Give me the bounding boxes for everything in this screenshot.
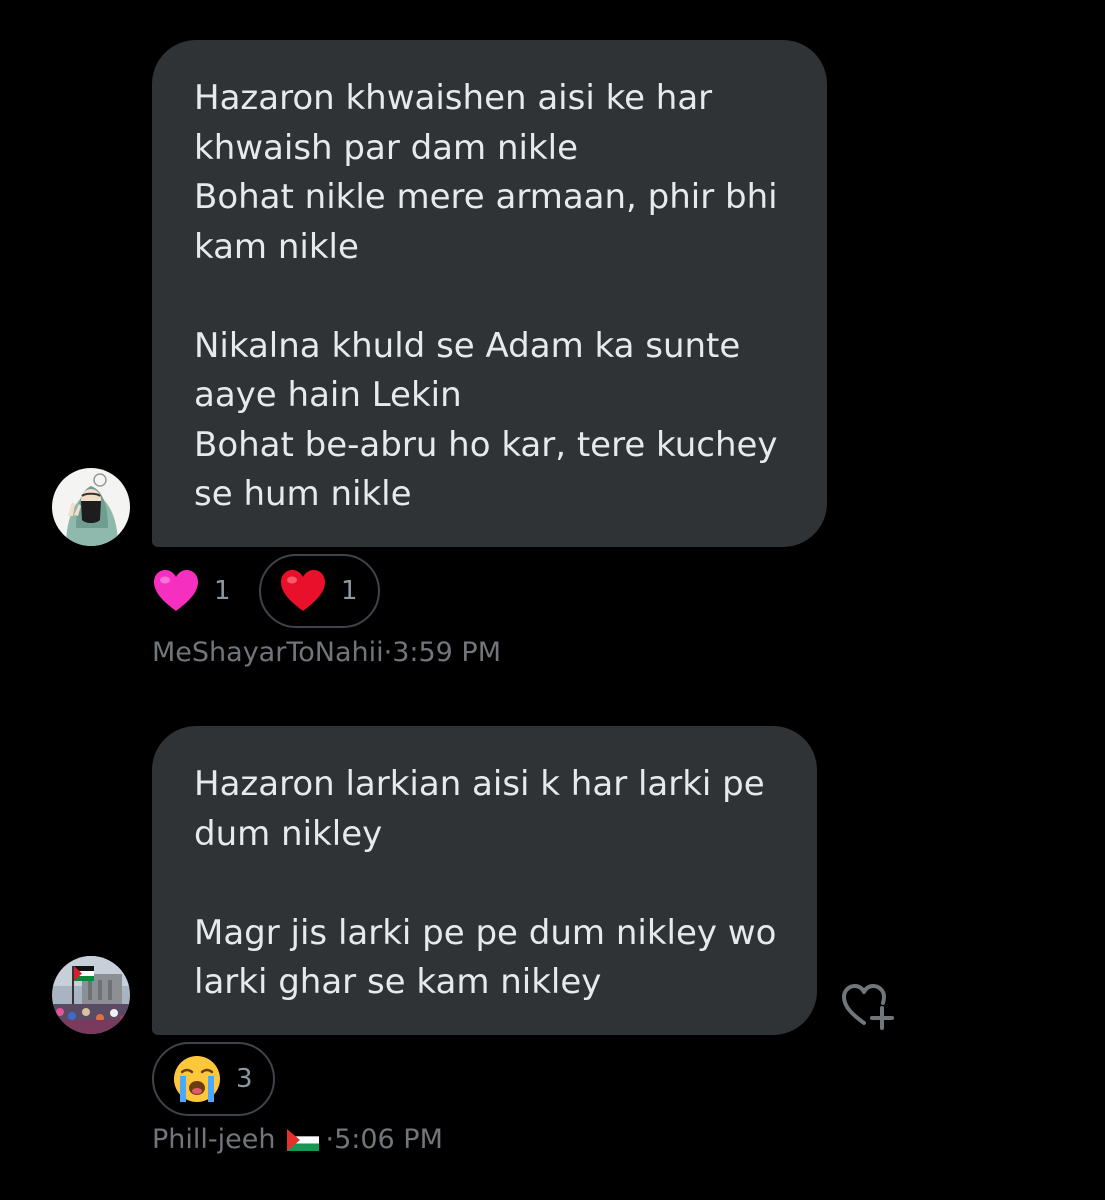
reaction-crying-face[interactable]: 3: [152, 1042, 275, 1116]
message-line: Hazaron larkian aisi k har larki pe: [194, 764, 765, 804]
red-heart-icon: [279, 569, 327, 613]
reaction-red-heart[interactable]: 1: [259, 554, 380, 628]
avatar-image: [52, 956, 130, 1034]
avatar[interactable]: [52, 468, 130, 546]
message-line: Bohat nikle mere armaan, phir bhi: [194, 177, 778, 217]
message-line: Hazaron khwaishen aisi ke har: [194, 78, 713, 118]
message-bubble[interactable]: Hazaron larkian aisi k har larki pe dum …: [152, 726, 817, 1035]
message-line: Bohat be-abru ho kar, tere kuchey: [194, 424, 778, 465]
message-line: khwaish par dam nikle: [194, 127, 578, 168]
reaction-count: 3: [236, 1064, 253, 1094]
author-name[interactable]: Phill-jeeh: [152, 1124, 275, 1155]
avatar[interactable]: [52, 956, 130, 1034]
message-line: aaye hain Lekin: [194, 375, 462, 415]
reaction-count: 1: [214, 576, 231, 606]
reaction-pink-heart[interactable]: 1: [152, 554, 231, 628]
timestamp: 5:06 PM: [334, 1124, 443, 1155]
message-line: larki ghar se kam nikley: [194, 962, 602, 1002]
message-meta: Phill-jeeh · 5:06 PM: [152, 1124, 443, 1155]
message-meta: MeShayarToNahii · 3:59 PM: [152, 637, 501, 668]
message-line: Nikalna khuld se Adam ka sunte: [194, 325, 741, 366]
message-line: dum nikley: [194, 813, 383, 854]
timestamp: 3:59 PM: [392, 637, 501, 668]
palestine-flag-icon: [287, 1128, 320, 1151]
message-line: se hum nikle: [194, 474, 412, 514]
pink-heart-icon: [152, 569, 200, 613]
loudly-crying-face-icon: [172, 1054, 222, 1104]
message-bubble[interactable]: Hazaron khwaishen aisi ke har khwaish pa…: [152, 40, 827, 547]
meta-separator: ·: [383, 637, 393, 668]
reaction-count: 1: [341, 576, 358, 606]
add-reaction-button[interactable]: [840, 982, 898, 1032]
heart-plus-icon: [842, 984, 894, 1030]
author-name[interactable]: MeShayarToNahii: [152, 637, 384, 668]
message-line: kam nikle: [194, 226, 359, 267]
message-line: Magr jis larki pe pe dum nikley wo: [194, 912, 777, 953]
meta-separator: ·: [325, 1124, 335, 1155]
avatar-image: [52, 468, 130, 546]
